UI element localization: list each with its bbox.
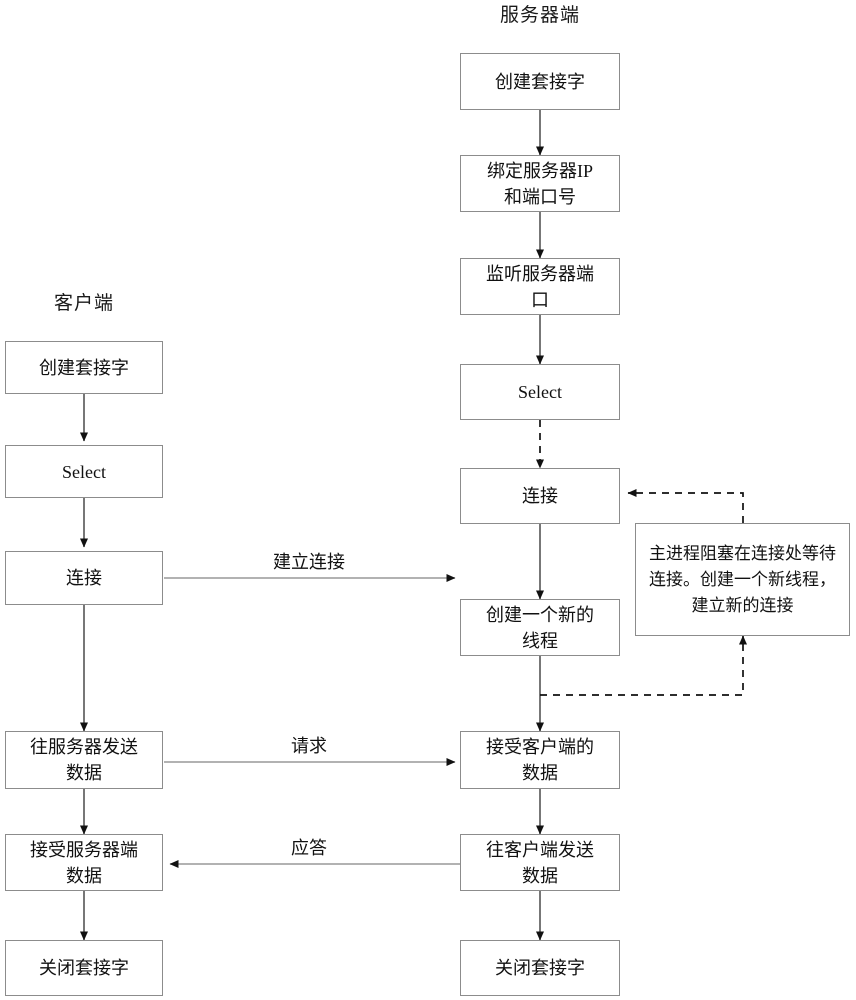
- node-server-select[interactable]: Select: [460, 364, 620, 420]
- node-server-create-socket[interactable]: 创建套接字: [460, 53, 620, 110]
- annotation-main-thread-block[interactable]: 主进程阻塞在连接处等待连接。创建一个新线程，建立新的连接: [635, 523, 850, 636]
- node-server-bind-ip-port[interactable]: 绑定服务器IP 和端口号: [460, 155, 620, 212]
- node-server-connect[interactable]: 连接: [460, 468, 620, 524]
- node-server-create-thread[interactable]: 创建一个新的 线程: [460, 599, 620, 656]
- server-column-title: 服务器端: [499, 5, 580, 26]
- node-server-send-client-data[interactable]: 往客户端发送 数据: [460, 834, 620, 891]
- node-client-close-socket[interactable]: 关闭套接字: [5, 940, 163, 996]
- node-server-receive-client-data[interactable]: 接受客户端的 数据: [460, 731, 620, 789]
- node-client-send-server-data[interactable]: 往服务器发送 数据: [5, 731, 163, 789]
- node-client-select[interactable]: Select: [5, 445, 163, 498]
- edge-label-request: 请求: [291, 736, 327, 756]
- node-server-close-socket[interactable]: 关闭套接字: [460, 940, 620, 996]
- node-client-connect[interactable]: 连接: [5, 551, 163, 605]
- node-client-create-socket[interactable]: 创建套接字: [5, 341, 163, 394]
- node-server-listen-port[interactable]: 监听服务器端 口: [460, 258, 620, 315]
- edge-label-establish-connection: 建立连接: [273, 552, 345, 572]
- edge-label-response: 应答: [291, 838, 327, 858]
- edge-note-to-connect-dashed: [627, 489, 744, 523]
- client-column-title: 客户端: [53, 293, 114, 314]
- flowchart-canvas: 服务器端 客户端 创建套接字 绑定服务器IP 和端口号 监听服务器端 口 Sel…: [0, 0, 856, 1000]
- node-client-receive-server-data[interactable]: 接受服务器端 数据: [5, 834, 163, 891]
